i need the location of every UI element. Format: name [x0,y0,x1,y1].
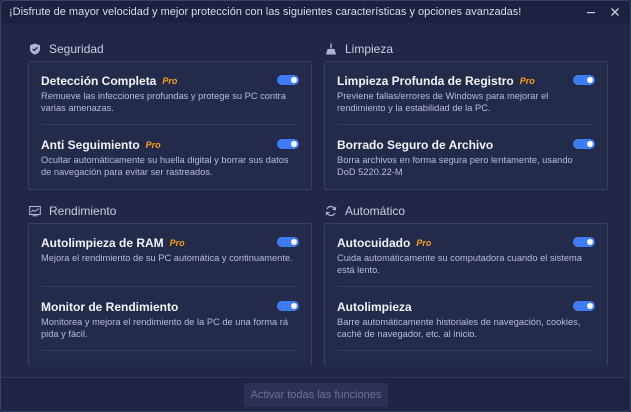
feature-name: Borrado Seguro de Archivo [337,138,494,152]
section-title-automatico: Automático [345,204,406,218]
pro-badge: Pro [169,238,185,248]
footer-bar: Activar todas las funciones [1,377,630,411]
divider [41,286,297,287]
card-rendimiento: Autolimpieza de RAM Pro Mejora el rendim… [28,223,312,366]
section-header-automatico: Automático [325,203,405,219]
divider [41,124,297,125]
toggle-knob [291,141,297,147]
section-title-limpieza: Limpieza [345,42,394,56]
toggle-deteccion-completa[interactable] [277,75,299,85]
toggle-knob [587,303,593,309]
broom-icon [325,43,337,55]
pro-badge: Pro [416,238,432,248]
feature-name: Monitor de Rendimiento [41,300,179,314]
feature-name: Autolimpieza de RAM [41,236,164,250]
toggle-knob [291,239,297,245]
toggle-knob [587,77,593,83]
feature-name: Autocuidado [337,236,411,250]
refresh-icon [325,205,337,217]
divider [337,286,593,287]
monitor-chart-icon [29,205,41,217]
section-header-seguridad: Seguridad [29,41,104,57]
toggle-borrado-seguro[interactable] [573,139,595,149]
shield-icon [29,43,41,55]
divider [41,350,297,351]
divider [337,124,593,125]
toggle-autolimpieza-ram[interactable] [277,237,299,247]
feature-name: Limpieza Profunda de Registro [337,74,514,88]
toggle-knob [587,239,593,245]
card-limpieza: Limpieza Profunda de Registro Pro Previe… [324,61,608,190]
feature-description: Monitorea y mejora el rendimiento de la … [41,317,289,339]
section-header-rendimiento: Rendimiento [29,203,116,219]
toggle-monitor-rendimiento[interactable] [277,301,299,311]
toggle-limpieza-registro[interactable] [573,75,595,85]
feature-description: Barre automáticamente historiales de nav… [337,317,581,339]
toggle-knob [587,141,593,147]
section-header-limpieza: Limpieza [325,41,393,57]
card-seguridad: Detección Completa Pro Remueve las infec… [28,61,312,190]
title-message: ¡Disfrute de mayor velocidad y mejor pro… [9,6,522,18]
pro-badge: Pro [519,76,535,86]
minimize-icon[interactable] [583,4,599,20]
toggle-autocuidado[interactable] [573,237,595,247]
card-automatico: Autocuidado Pro Cuida automáticamente su… [324,223,608,366]
feature-description: Borra archivos en forma segura pero lent… [337,155,573,177]
pro-badge: Pro [145,140,161,150]
close-icon[interactable] [607,4,623,20]
feature-name: Detección Completa [41,74,157,88]
feature-description: Previene fallas/errores de Windows para … [337,91,549,113]
section-title-rendimiento: Rendimiento [49,204,117,218]
pro-badge: Pro [162,76,178,86]
feature-description: Cuida automáticamente su computadora cua… [337,253,582,275]
feature-name: Autolimpieza [337,300,412,314]
feature-description: Ocultar automáticamente su huella digita… [41,155,289,177]
toggle-anti-seguimiento[interactable] [277,139,299,149]
divider [337,350,593,351]
feature-name: Anti Seguimiento [41,138,140,152]
features-window: ¡Disfrute de mayor velocidad y mejor pro… [0,0,631,412]
title-bar: ¡Disfrute de mayor velocidad y mejor pro… [1,1,630,23]
toggle-autolimpieza[interactable] [573,301,595,311]
toggle-knob [291,77,297,83]
feature-description: Remueve las infecciones profundas y prot… [41,91,286,113]
section-title-seguridad: Seguridad [49,42,104,56]
feature-description: Mejora el rendimiento de su PC automátic… [41,253,293,263]
activate-all-button[interactable]: Activar todas las funciones [244,383,388,407]
toggle-knob [291,303,297,309]
